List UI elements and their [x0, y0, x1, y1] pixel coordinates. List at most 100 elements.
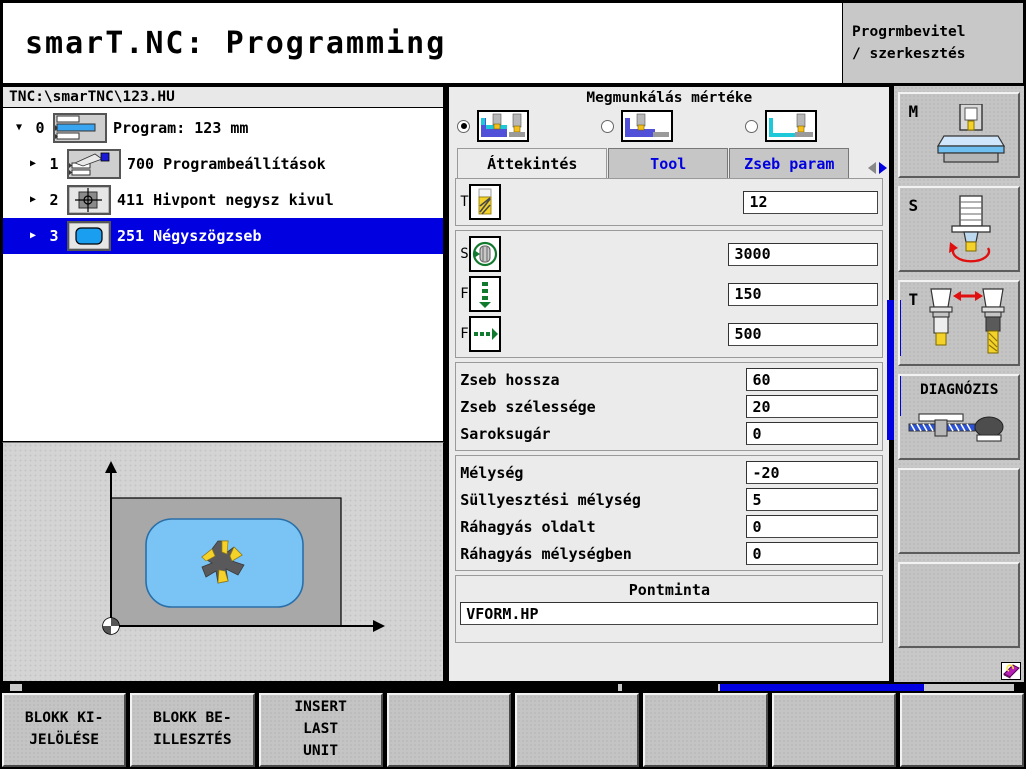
- softkey-empty-8[interactable]: [899, 693, 1024, 767]
- pocket-width-value[interactable]: 20: [746, 395, 879, 418]
- softkey-blokk-beillesztes[interactable]: BLOKK BE- ILLESZTÉS: [130, 693, 255, 767]
- point-pattern-value[interactable]: VFORM.HP: [460, 602, 879, 625]
- form-scroll-thumb[interactable]: [887, 300, 894, 440]
- field-row-plunge-depth: Süllyesztési mélység 5: [460, 486, 879, 513]
- tree-row[interactable]: ▼ 0 Program: 123 mm: [3, 110, 443, 146]
- softkey-empty-1[interactable]: [898, 468, 1020, 554]
- milling-finish-icon: [765, 110, 818, 142]
- softkey-m-machine[interactable]: M: [898, 92, 1020, 178]
- radio-option-extent-roughing[interactable]: [597, 110, 741, 142]
- spindle-speed-icon: [468, 236, 501, 272]
- speed-feed-group: S 3000 F 150 F 500: [455, 230, 884, 358]
- settings-icon: [67, 149, 121, 179]
- tab-zseb-param[interactable]: Zseb param: [729, 148, 850, 178]
- feed-traverse-value[interactable]: 500: [728, 322, 879, 346]
- softkey-blokk-kijelolese[interactable]: BLOKK KI- JELÖLÉSE: [2, 693, 127, 767]
- mode-line-1: Progrmbevitel: [852, 23, 966, 40]
- softkey-line: UNIT: [303, 742, 339, 759]
- tab-scroll-arrows[interactable]: [868, 162, 888, 178]
- softkey-line: JELÖLÉSE: [29, 732, 100, 748]
- tree-row[interactable]: ▶ 3 251 Négyszögzseb: [3, 218, 444, 254]
- title-bar: smarT.NC: Programming Progrmbevitel / sz…: [2, 2, 1024, 84]
- pocket-depth-group: Mélység -20 Süllyesztési mélység 5 Ráhag…: [455, 455, 884, 571]
- indicator-segment: [1014, 684, 1024, 691]
- feed-plunge-value[interactable]: 150: [728, 282, 879, 306]
- tree-row[interactable]: ▶ 2 411 Hivpont negysz kivul: [3, 182, 443, 218]
- softkey-page-indicator: [2, 684, 1024, 691]
- softkey-line: BLOKK KI-: [24, 710, 104, 727]
- field-label: Zseb szélessége: [460, 397, 596, 416]
- left-column: TNC:\smarTNC\123.HU ▼ 0 Program: 123 mm …: [2, 86, 445, 682]
- allowance-side-value[interactable]: 0: [746, 515, 879, 538]
- tab-attekintes[interactable]: Áttekintés: [457, 148, 608, 178]
- tree-row-index: 1: [49, 155, 59, 173]
- allowance-depth-value[interactable]: 0: [746, 542, 879, 565]
- softkey-empty-7[interactable]: [771, 693, 896, 767]
- form-tabs: Áttekintés Tool Zseb param: [449, 146, 889, 178]
- softkey-letter: M: [908, 102, 919, 121]
- tree-row-index: 3: [49, 227, 59, 245]
- plunge-depth-value[interactable]: 5: [746, 488, 879, 511]
- indicator-segment-active: [720, 684, 924, 691]
- tree-row[interactable]: ▶ 1 700 Programbeállítások: [3, 146, 443, 182]
- program-tree[interactable]: ▼ 0 Program: 123 mm ▶ 1 700 Programbeáll…: [2, 108, 445, 442]
- field-row-allowance-side: Ráhagyás oldalt 0: [460, 513, 879, 540]
- program-path-bar: TNC:\smarTNC\123.HU: [2, 86, 445, 108]
- field-row-feed-traverse: F 500: [460, 314, 879, 354]
- expander-right-icon[interactable]: ▶: [25, 159, 41, 169]
- radio-button[interactable]: [457, 119, 471, 133]
- expander-right-icon[interactable]: ▶: [25, 231, 41, 241]
- field-label: Mélység: [460, 463, 524, 482]
- form-body: T 12 S 3000 F 150 F 500 Zseb hossza 60 Z…: [449, 178, 889, 681]
- radio-button[interactable]: [745, 119, 759, 133]
- left-arrow-icon[interactable]: [868, 162, 877, 174]
- depth-value[interactable]: -20: [746, 461, 879, 484]
- field-row-pocket-width: Zseb szélessége 20: [460, 393, 879, 420]
- softkey-empty-4[interactable]: [386, 693, 511, 767]
- unit-form-panel: Megmunkálás mértéke Áttekintés Tool Zseb…: [448, 86, 891, 682]
- mode-line-2: / szerkesztés: [852, 46, 966, 62]
- softkey-s-spindle[interactable]: S: [898, 186, 1020, 272]
- softkey-line: LAST: [303, 721, 339, 738]
- tool-number-icon: [468, 184, 501, 220]
- diagnosis-axis-icon: [908, 413, 1004, 442]
- softkey-empty-6[interactable]: [643, 693, 768, 767]
- corner-radius-value[interactable]: 0: [746, 422, 879, 445]
- field-label: Saroksugár: [460, 424, 551, 443]
- softkey-diagnosis[interactable]: DIAGNÓZIS: [898, 374, 1020, 460]
- radio-option-extent-finishing[interactable]: [741, 110, 885, 142]
- tool-number-value[interactable]: 12: [743, 190, 879, 214]
- softkey-label: DIAGNÓZIS: [919, 382, 999, 398]
- feed-plunge-icon: [468, 276, 501, 312]
- tool-change-icon: [929, 288, 1005, 354]
- field-row-corner-radius: Saroksugár 0: [460, 420, 879, 447]
- pocket-geometry-group: Zseb hossza 60 Zseb szélessége 20 Saroks…: [455, 362, 884, 451]
- graphic-preview-panel: [2, 442, 445, 682]
- active-marker: [900, 300, 902, 356]
- horizontal-softkey-row: BLOKK KI- JELÖLÉSE BLOKK BE- ILLESZTÉS I…: [2, 693, 1024, 767]
- field-prefix: F: [460, 286, 469, 302]
- softkey-line: BLOKK BE-: [153, 710, 232, 727]
- tree-row-index: 2: [49, 191, 59, 209]
- softkey-t-toolchange[interactable]: T: [898, 280, 1020, 366]
- softkey-empty-5[interactable]: [515, 693, 640, 767]
- field-row-feed-plunge: F 150: [460, 274, 879, 314]
- spindle-speed-value[interactable]: 3000: [728, 242, 879, 266]
- radio-button[interactable]: [601, 119, 615, 133]
- tab-tool[interactable]: Tool: [608, 148, 729, 178]
- help-book-icon[interactable]: [1001, 662, 1021, 680]
- softkey-line: ILLESZTÉS: [153, 732, 232, 748]
- field-prefix: S: [460, 246, 469, 262]
- pocket-length-value[interactable]: 60: [746, 368, 879, 391]
- expander-right-icon[interactable]: ▶: [25, 195, 41, 205]
- softkey-empty-2[interactable]: [898, 562, 1020, 648]
- tool-group: T 12: [455, 178, 884, 226]
- softkey-insert-last-unit[interactable]: INSERT LAST UNIT: [258, 693, 383, 767]
- tab-label: Áttekintés: [487, 154, 578, 173]
- right-arrow-icon[interactable]: [879, 162, 888, 174]
- page-title: smarT.NC: Programming: [25, 25, 447, 61]
- expander-down-icon[interactable]: ▼: [11, 123, 27, 133]
- radio-option-extent-full[interactable]: [453, 110, 597, 142]
- field-prefix: F: [460, 326, 469, 342]
- tree-row-index: 0: [35, 119, 45, 137]
